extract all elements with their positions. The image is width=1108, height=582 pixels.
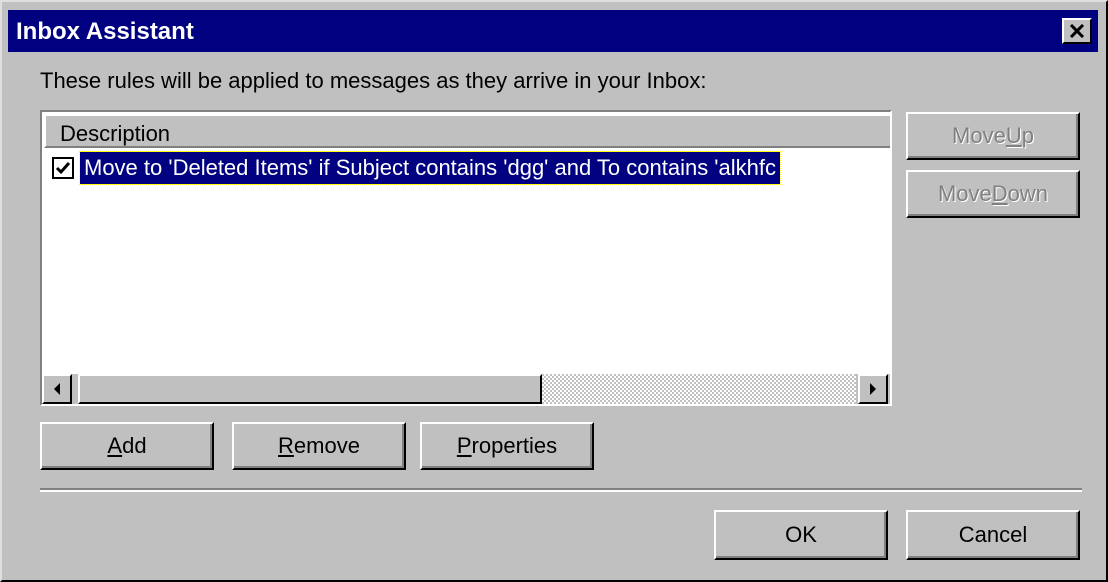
- scroll-track[interactable]: [542, 374, 856, 404]
- inbox-assistant-dialog: Inbox Assistant These rules will be appl…: [0, 0, 1108, 582]
- rule-description[interactable]: Move to 'Deleted Items' if Subject conta…: [79, 151, 781, 185]
- column-header-label: Description: [60, 121, 171, 146]
- checkmark-icon: [55, 162, 71, 175]
- arrow-left-icon: [54, 383, 60, 395]
- properties-button[interactable]: Properties: [420, 422, 594, 470]
- scroll-right-button[interactable]: [858, 374, 888, 404]
- move-down-button[interactable]: Move Down: [906, 170, 1080, 218]
- rule-enabled-checkbox[interactable]: [52, 157, 74, 179]
- close-button[interactable]: [1062, 18, 1092, 44]
- horizontal-scrollbar[interactable]: [42, 374, 890, 404]
- rule-row[interactable]: Move to 'Deleted Items' if Subject conta…: [52, 151, 890, 185]
- add-button[interactable]: Add: [40, 422, 214, 470]
- scroll-thumb[interactable]: [78, 374, 542, 404]
- scroll-left-button[interactable]: [42, 374, 72, 404]
- window-title: Inbox Assistant: [16, 18, 194, 45]
- ok-button[interactable]: OK: [714, 510, 888, 560]
- cancel-button[interactable]: Cancel: [906, 510, 1080, 560]
- remove-button[interactable]: Remove: [232, 422, 406, 470]
- move-up-button[interactable]: Move Up: [906, 112, 1080, 160]
- separator-line: [40, 488, 1082, 492]
- arrow-right-icon: [870, 383, 876, 395]
- rules-listbox[interactable]: Description Move to 'Deleted Items' if S…: [40, 110, 892, 406]
- title-bar[interactable]: Inbox Assistant: [8, 10, 1098, 52]
- column-header-description[interactable]: Description: [44, 114, 890, 148]
- close-x-icon: [1069, 24, 1085, 38]
- instruction-text: These rules will be applied to messages …: [40, 68, 707, 93]
